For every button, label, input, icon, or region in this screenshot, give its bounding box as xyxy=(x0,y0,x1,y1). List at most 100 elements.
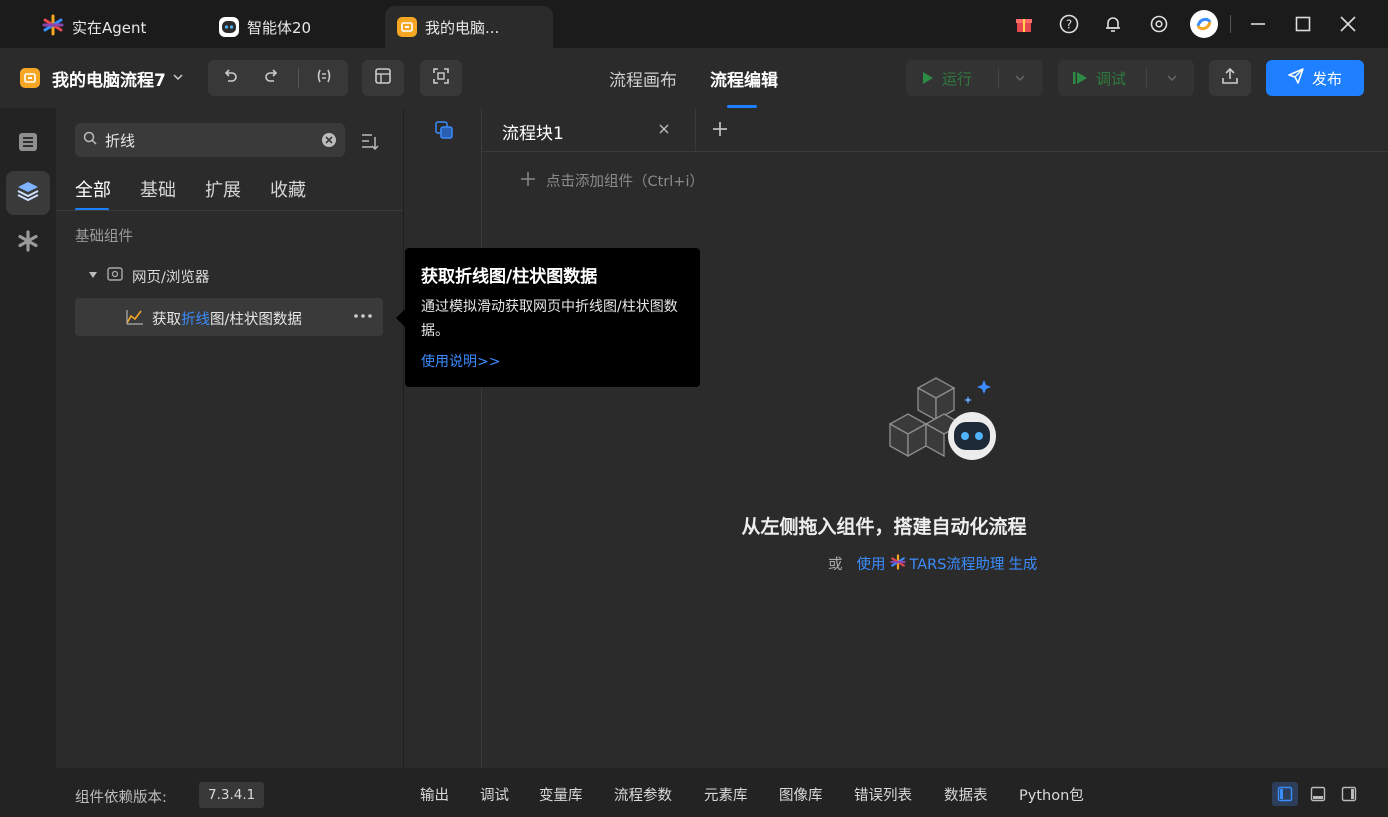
label-prefix: 获取 xyxy=(152,312,181,328)
rail-item-components[interactable] xyxy=(6,171,50,215)
run-label: 运行 xyxy=(942,69,973,88)
flow-file-icon xyxy=(20,68,40,88)
line-chart-icon xyxy=(125,308,145,330)
send-icon xyxy=(1288,68,1304,88)
section-title: 基础组件 xyxy=(75,229,133,245)
list-icon xyxy=(17,131,39,157)
plus-icon xyxy=(520,171,536,191)
undo-icon[interactable] xyxy=(220,66,240,90)
flow-name-dropdown[interactable]: 我的电脑流程7 xyxy=(52,66,184,91)
empty-state-hint: 或 使用 TARS流程助理 生成 xyxy=(828,553,1037,574)
tab-elements[interactable]: 元素库 xyxy=(704,784,748,805)
run-button[interactable]: 运行 xyxy=(922,68,972,89)
tooltip-description: 通过模拟滑动获取网页中折线图/柱状图数据。 xyxy=(421,299,678,339)
assistant-link[interactable]: 使用 TARS流程助理 生成 xyxy=(857,553,1038,574)
window-tab-shizai-agent[interactable]: 实在Agent xyxy=(30,6,158,48)
rail-item-extensions[interactable] xyxy=(6,221,50,265)
publish-button[interactable]: 发布 xyxy=(1266,60,1364,96)
toolbar-divider xyxy=(1146,68,1147,88)
avatar[interactable] xyxy=(1190,10,1218,38)
tab-variables[interactable]: 变量库 xyxy=(539,784,583,805)
window-tab-agent-20[interactable]: 智能体20 xyxy=(207,6,323,48)
add-component-button[interactable]: 点击添加组件（Ctrl+i） xyxy=(520,170,704,191)
group-label: 网页/浏览器 xyxy=(132,269,210,286)
dependency-version[interactable]: 7.3.4.1 xyxy=(199,782,265,808)
help-icon[interactable]: ? xyxy=(1057,12,1081,36)
tab-flow-params[interactable]: 流程参数 xyxy=(614,784,672,805)
tab-datatables[interactable]: 数据表 xyxy=(944,784,988,805)
add-tab-icon[interactable] xyxy=(712,121,728,141)
group-web-browser[interactable]: 网页/浏览器 xyxy=(88,265,209,287)
tab-all[interactable]: 全部 xyxy=(75,176,111,202)
flow-block-icon[interactable] xyxy=(434,120,454,144)
tab-flow-block-1[interactable]: 流程块1 xyxy=(482,108,696,152)
capture-icon xyxy=(431,66,451,90)
more-icon[interactable] xyxy=(353,308,373,328)
tab-basic[interactable]: 基础 xyxy=(140,176,176,202)
flow-block-tabs: 流程块1 xyxy=(482,108,1388,152)
toolbar-divider xyxy=(298,68,299,88)
add-component-hint: 点击添加组件（Ctrl+i） xyxy=(546,174,704,190)
list-item-get-chart-data[interactable]: 获取折线图/柱状图数据 xyxy=(75,298,383,336)
label-suffix: 图/柱状图数据 xyxy=(210,312,302,328)
layout-bottom-icon[interactable] xyxy=(1305,782,1331,806)
gift-icon[interactable] xyxy=(1012,12,1036,36)
tab-python-packages[interactable]: Python包 xyxy=(1019,784,1084,805)
component-panel: 全部 基础 扩展 收藏 基础组件 网页/浏览器 获取折线图/柱状图数据 xyxy=(56,108,404,817)
window-tab-my-computer[interactable]: 我的电脑... xyxy=(385,6,553,48)
dependency-label: 组件依赖版本: xyxy=(75,790,167,806)
generate-text: 生成 xyxy=(1008,557,1038,573)
empty-state-illustration-icon xyxy=(888,376,1004,484)
chevron-down-icon[interactable] xyxy=(1014,69,1026,88)
window-tab-label: 智能体20 xyxy=(247,18,312,37)
layout-left-icon[interactable] xyxy=(1272,782,1298,806)
titlebar-divider xyxy=(1230,15,1231,33)
empty-title-text: 从左侧拖入组件，搭建自动化流程 xyxy=(741,516,1027,538)
toolbar-divider xyxy=(998,68,999,88)
export-button[interactable] xyxy=(1209,60,1251,96)
tab-errors[interactable]: 错误列表 xyxy=(854,784,912,805)
layers-icon xyxy=(16,179,40,207)
tab-output[interactable]: 输出 xyxy=(420,784,449,805)
undo-redo-group xyxy=(208,60,348,96)
debug-button[interactable]: 调试 xyxy=(1072,68,1126,89)
redo-icon[interactable] xyxy=(262,66,282,90)
maximize-icon[interactable] xyxy=(1291,12,1315,36)
tab-debug[interactable]: 调试 xyxy=(480,784,509,805)
caret-down-icon xyxy=(88,268,98,284)
rail-item-flow-list[interactable] xyxy=(6,122,50,166)
label-highlight: 折线 xyxy=(181,312,210,328)
close-tab-icon[interactable] xyxy=(658,123,670,139)
minimize-icon[interactable] xyxy=(1246,12,1270,36)
chevron-down-icon xyxy=(172,71,184,87)
search-input[interactable] xyxy=(103,130,313,150)
editor-toolbar: 我的电脑流程7 流程画布 流程编辑 运行 调试 发布 xyxy=(0,48,1388,108)
tab-flow-edit[interactable]: 流程编辑 xyxy=(710,66,778,91)
clear-search-icon[interactable] xyxy=(321,132,337,152)
chevron-down-icon[interactable] xyxy=(1166,69,1178,88)
asterisk-icon xyxy=(17,230,39,256)
variable-icon[interactable] xyxy=(314,66,334,90)
close-icon[interactable] xyxy=(1336,12,1360,36)
tab-images[interactable]: 图像库 xyxy=(779,784,823,805)
shizai-logo-icon xyxy=(42,14,64,40)
bell-icon[interactable] xyxy=(1101,12,1125,36)
dependency-bar: 组件依赖版本: 7.3.4.1 xyxy=(56,768,404,817)
empty-state-title: 从左侧拖入组件，搭建自动化流程 xyxy=(742,512,1027,539)
filter-icon[interactable] xyxy=(360,131,380,155)
left-rail xyxy=(0,108,56,817)
tooltip-usage-link[interactable]: 使用说明>> xyxy=(421,351,684,371)
tooltip-arrow xyxy=(396,309,405,327)
tab-favorites[interactable]: 收藏 xyxy=(270,176,306,202)
capture-button[interactable] xyxy=(420,60,462,96)
layout-right-icon[interactable] xyxy=(1336,782,1362,806)
table-button[interactable] xyxy=(362,60,404,96)
debug-button-group: 调试 xyxy=(1058,60,1194,96)
flow-canvas: 流程块1 点击添加组件（Ctrl+i） 从左侧拖入组件，搭建自动化流程 或 使用… xyxy=(404,108,1388,768)
settings-icon[interactable] xyxy=(1147,12,1171,36)
flow-file-icon xyxy=(397,17,417,37)
tars-logo-icon xyxy=(889,553,906,574)
or-text: 或 xyxy=(828,557,843,573)
tab-flow-canvas[interactable]: 流程画布 xyxy=(609,66,677,91)
tab-extension[interactable]: 扩展 xyxy=(205,176,241,202)
